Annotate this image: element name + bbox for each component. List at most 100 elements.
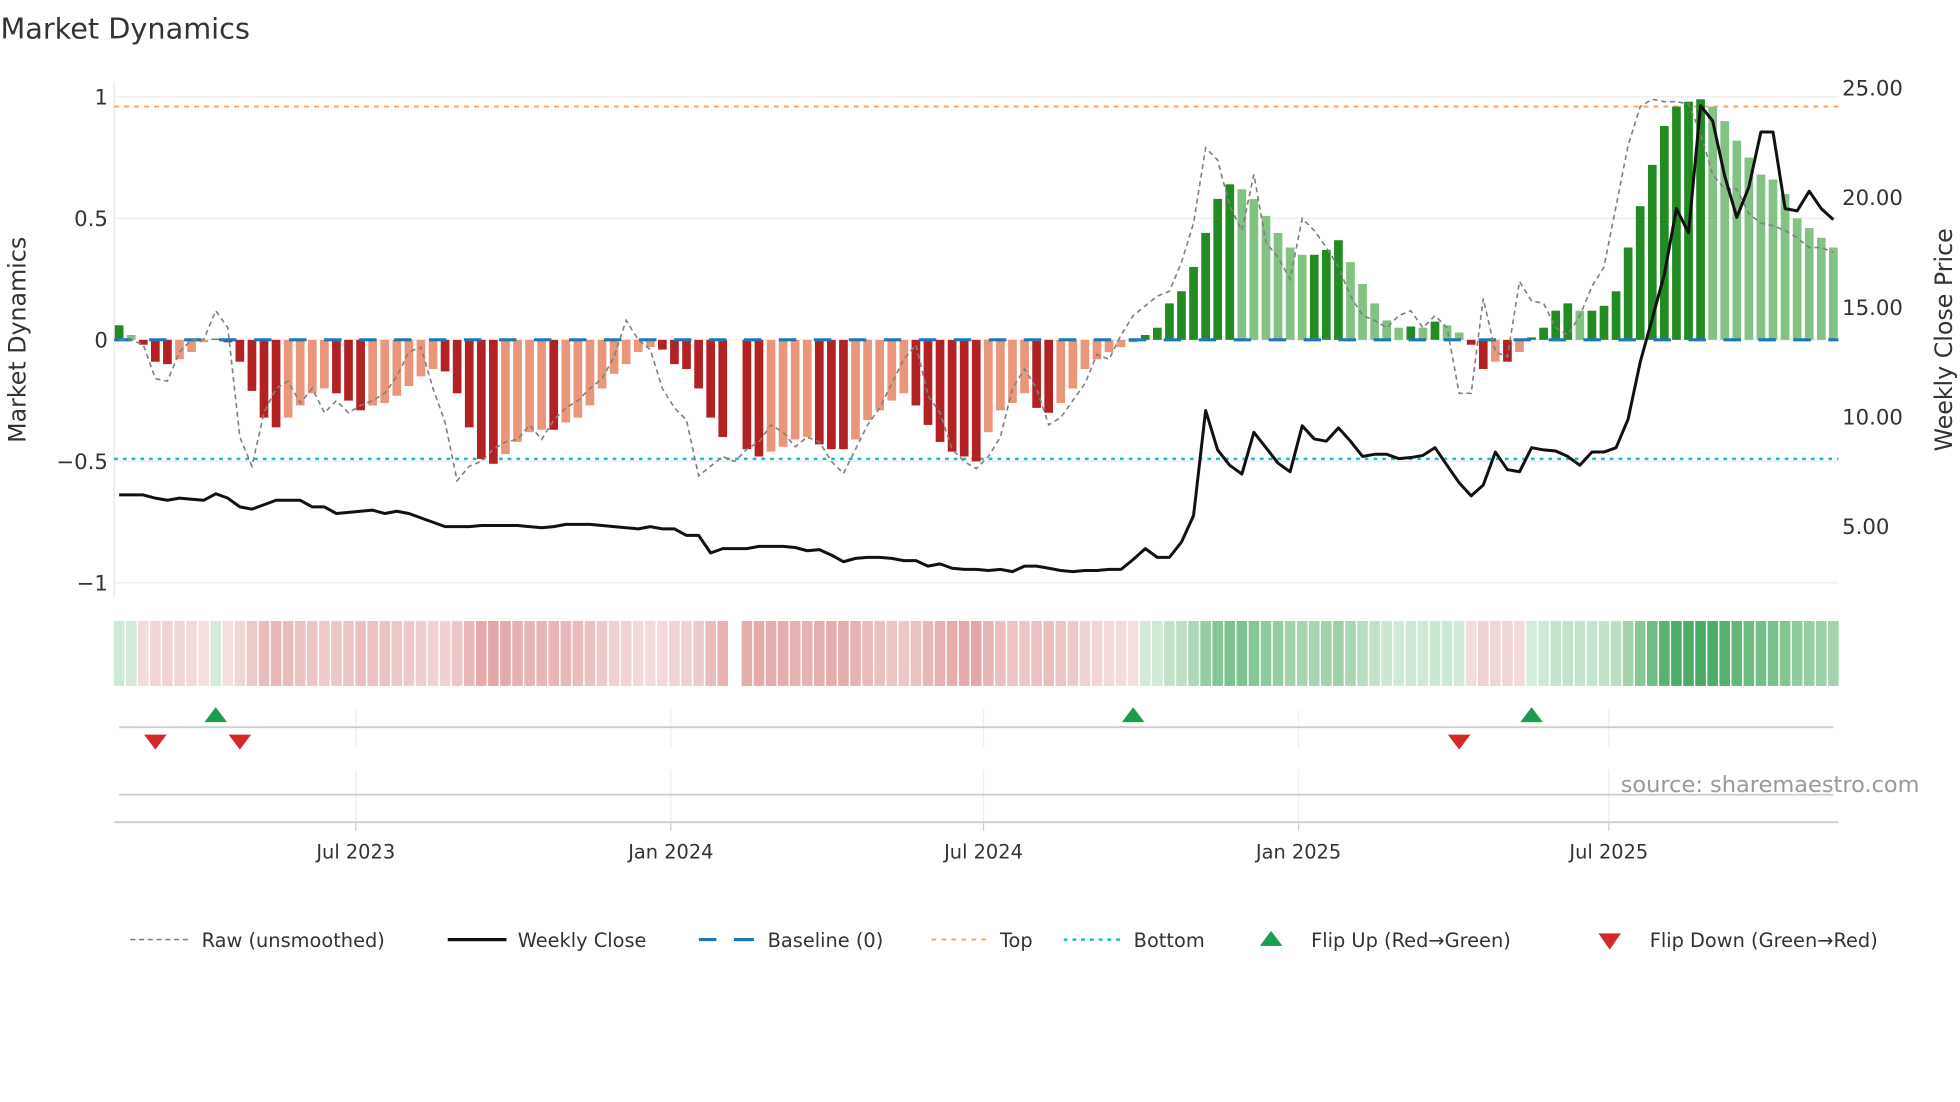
bar bbox=[1599, 305, 1609, 340]
heat-cell bbox=[1188, 620, 1199, 686]
heat-cell bbox=[1212, 620, 1223, 686]
heat-cell bbox=[693, 620, 704, 686]
heat-cell bbox=[1659, 620, 1670, 686]
bar bbox=[790, 339, 800, 440]
heat-cell bbox=[983, 620, 994, 686]
bar bbox=[1660, 125, 1669, 340]
bar bbox=[1273, 232, 1283, 340]
heat-cell bbox=[560, 620, 572, 686]
bar bbox=[959, 339, 969, 457]
heat-cell bbox=[1103, 620, 1115, 686]
heat-cell bbox=[1743, 620, 1755, 686]
bar bbox=[247, 339, 257, 391]
x-tick-label: Jul 2023 bbox=[315, 840, 395, 863]
source-label: source: sharemaestro.com bbox=[1621, 772, 1920, 798]
heat-cell bbox=[741, 620, 753, 686]
bar bbox=[658, 339, 667, 350]
bar bbox=[1177, 291, 1186, 340]
left-y-ticks: 1 0.5 0 −0.5 −1 bbox=[56, 85, 108, 596]
heat-cell bbox=[1719, 620, 1731, 686]
heat-cell bbox=[1574, 620, 1586, 686]
bar bbox=[1611, 291, 1621, 340]
heat-cell bbox=[814, 620, 825, 686]
flip-markers bbox=[144, 707, 1543, 750]
bar bbox=[742, 339, 752, 450]
bar bbox=[1623, 247, 1633, 340]
bar bbox=[476, 339, 486, 459]
bar bbox=[573, 339, 583, 418]
heat-cell bbox=[1429, 620, 1441, 686]
bar bbox=[1201, 232, 1210, 340]
bar bbox=[235, 339, 245, 362]
bar bbox=[404, 339, 414, 387]
bar bbox=[1382, 320, 1392, 340]
y2-tick-label: 15.00 bbox=[1842, 296, 1903, 321]
heat-cell bbox=[898, 620, 910, 686]
bar bbox=[1394, 327, 1404, 340]
heat-cell bbox=[500, 620, 511, 686]
heat-cell bbox=[1357, 620, 1368, 686]
bar bbox=[1539, 327, 1548, 340]
heat-cell bbox=[548, 620, 560, 686]
heat-cell bbox=[632, 620, 644, 686]
legend-baseline-label: Baseline (0) bbox=[768, 929, 884, 952]
heat-cell bbox=[343, 620, 354, 686]
heat-cell bbox=[910, 620, 922, 686]
heat-cell bbox=[1441, 620, 1453, 686]
legend-close-label: Weekly Close bbox=[518, 929, 647, 952]
heat-cell bbox=[536, 620, 547, 686]
flip-down-icon bbox=[1598, 933, 1621, 950]
bar bbox=[1321, 249, 1331, 340]
heat-cell bbox=[1200, 620, 1211, 686]
heat-cell bbox=[1828, 620, 1839, 686]
heat-cell bbox=[1321, 620, 1332, 686]
bar bbox=[778, 339, 788, 447]
y2-axis-label: Weekly Close Price bbox=[1930, 228, 1958, 451]
heat-cell bbox=[222, 620, 234, 686]
bar bbox=[851, 339, 860, 440]
heat-cell bbox=[1381, 620, 1392, 686]
bar bbox=[1515, 339, 1524, 352]
bar bbox=[1213, 198, 1223, 340]
heat-cell bbox=[113, 620, 125, 686]
heat-cell bbox=[294, 620, 306, 686]
bar bbox=[1587, 310, 1597, 340]
bar bbox=[1152, 327, 1162, 340]
heat-cell bbox=[1405, 620, 1417, 686]
heat-cell bbox=[524, 620, 535, 686]
y-tick-label: 1 bbox=[94, 85, 108, 110]
bar bbox=[452, 339, 462, 394]
heat-cell bbox=[874, 620, 885, 686]
heat-cell bbox=[403, 620, 415, 686]
x-tick-label: Jul 2025 bbox=[1568, 840, 1648, 863]
bar bbox=[1297, 254, 1307, 340]
heat-cell bbox=[970, 620, 982, 686]
heat-cell bbox=[1779, 620, 1791, 686]
heat-cell bbox=[705, 620, 716, 686]
regime-heat-strip bbox=[113, 620, 1839, 686]
bar bbox=[609, 339, 619, 374]
heat-cell bbox=[1236, 620, 1248, 686]
heat-cell bbox=[1019, 620, 1030, 686]
heat-cell bbox=[1369, 620, 1380, 686]
bar bbox=[513, 339, 522, 442]
heat-cell bbox=[1550, 620, 1561, 686]
heat-cell bbox=[862, 620, 873, 686]
heat-cell bbox=[1490, 620, 1501, 686]
right-y-ticks: 25.00 20.00 15.00 10.00 5.00 bbox=[1842, 77, 1903, 541]
bar bbox=[1418, 327, 1428, 340]
heat-cell bbox=[1284, 620, 1296, 686]
bar bbox=[899, 339, 909, 394]
bar bbox=[1044, 339, 1054, 413]
flip-down-marker bbox=[144, 734, 167, 750]
heat-cell bbox=[1502, 620, 1513, 686]
x-tick-label: Jan 2025 bbox=[1255, 840, 1341, 863]
bar bbox=[585, 339, 595, 406]
legend-bottom-label: Bottom bbox=[1134, 929, 1205, 952]
heat-cell bbox=[1671, 620, 1682, 686]
chart-title: Market Dynamics bbox=[0, 12, 249, 46]
bar bbox=[151, 339, 160, 362]
heat-cell bbox=[1646, 620, 1658, 686]
heat-cell bbox=[1127, 620, 1139, 686]
heat-cell bbox=[1538, 620, 1549, 686]
